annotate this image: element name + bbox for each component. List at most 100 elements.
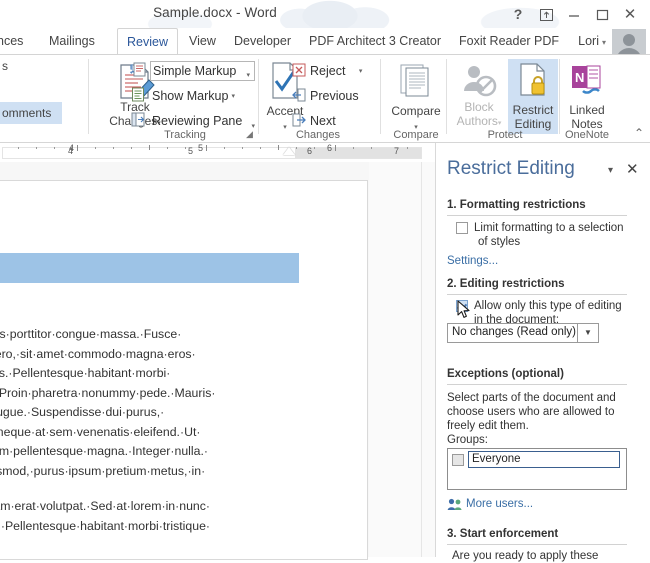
group-everyone-item[interactable]: Everyone bbox=[468, 451, 620, 468]
group-everyone-checkbox[interactable] bbox=[452, 454, 464, 466]
exceptions-heading: Exceptions (optional) bbox=[447, 368, 564, 380]
next-label: Next bbox=[310, 114, 336, 128]
svg-text:N: N bbox=[575, 70, 584, 85]
limit-formatting-label: Limit formatting to a selection of style… bbox=[474, 221, 634, 249]
restrict-editing-label: Restrict Editing bbox=[508, 103, 558, 131]
document-body[interactable]: t.·Maecenas·porttitor·congue·massa.·Fusc… bbox=[0, 325, 298, 552]
close-icon[interactable]: ✕ bbox=[617, 4, 643, 25]
ruler-number-6: 6 bbox=[327, 143, 333, 153]
reject-button[interactable]: Reject ▾ bbox=[310, 61, 362, 81]
previous-change-button[interactable]: Previous bbox=[310, 86, 359, 106]
display-for-review-icon bbox=[130, 62, 146, 77]
exceptions-description: Select parts of the document and choose … bbox=[447, 391, 637, 433]
pane-title: Restrict Editing bbox=[447, 158, 575, 179]
tracking-group-label: Tracking bbox=[164, 129, 206, 141]
doc-line: auris·eget·neque·at·sem·venenatis·eleife… bbox=[0, 424, 201, 439]
doc-line: perdiet·euismod,·purus·ipsum·pretium·met… bbox=[0, 463, 206, 478]
allow-only-line1: Allow only this type of editing bbox=[474, 300, 622, 312]
account-menu[interactable]: Lori ▾ bbox=[578, 28, 606, 54]
document-paragraph-2: ·dui.·Aliquam·erat·volutpat.·Sed·at·lore… bbox=[0, 497, 298, 536]
section-rule bbox=[447, 544, 627, 545]
show-markup-label: Show Markup bbox=[152, 89, 229, 103]
compare-icon bbox=[400, 64, 429, 97]
limit-formatting-checkbox[interactable] bbox=[456, 222, 468, 234]
group-separator bbox=[258, 59, 259, 134]
tracking-dialog-launcher-icon[interactable]: ◢ bbox=[246, 129, 253, 140]
horizontal-ruler[interactable]: 4 5 6 7 bbox=[0, 143, 464, 162]
protect-group-label: Protect bbox=[487, 129, 523, 141]
chevron-down-icon: ▾ bbox=[601, 38, 606, 47]
reject-icon bbox=[292, 63, 306, 77]
tab-mailings[interactable]: Mailings bbox=[40, 28, 104, 54]
document-page[interactable]: UMENT¶ t.·Maecenas·porttitor·congue·mass… bbox=[0, 180, 368, 560]
start-enforcement-heading: 3. Start enforcement bbox=[447, 528, 559, 540]
next-change-button[interactable]: Next bbox=[310, 111, 336, 131]
compare-button[interactable]: Compare ▾ bbox=[388, 59, 444, 134]
chevron-down-icon: ▾ bbox=[231, 92, 235, 100]
pane-close-icon[interactable]: ✕ bbox=[626, 160, 639, 178]
tab-foxit-reader-pdf[interactable]: Foxit Reader PDF bbox=[450, 28, 568, 54]
help-icon[interactable]: ? bbox=[505, 4, 531, 25]
ribbon-display-options-icon[interactable] bbox=[533, 4, 559, 25]
compare-label: Compare bbox=[391, 104, 441, 118]
collapse-ribbon-icon[interactable]: ⌃ bbox=[634, 126, 644, 140]
onenote-icon: N bbox=[572, 65, 601, 94]
groups-label: Groups: bbox=[447, 434, 488, 446]
show-markup-menu[interactable]: Show Markup ▾ bbox=[150, 86, 235, 106]
previous-icon bbox=[292, 88, 306, 102]
show-markup-icon bbox=[132, 87, 144, 102]
groups-list[interactable]: Everyone bbox=[447, 448, 627, 490]
pane-options-chevron-icon[interactable]: ▾ bbox=[608, 165, 613, 176]
display-for-review-value: Simple Markup bbox=[153, 64, 237, 78]
ruler-number-4: 4 bbox=[69, 143, 75, 153]
linked-notes-label: Linked Notes bbox=[562, 103, 612, 131]
reviewing-pane-button[interactable]: Reviewing Pane ▾ bbox=[150, 111, 257, 131]
linked-notes-button[interactable]: N Linked Notes bbox=[562, 59, 612, 134]
pane-split-divider[interactable] bbox=[421, 162, 422, 557]
linked-notes-line1: Linked bbox=[569, 103, 605, 117]
start-enforcement-text: Are you ready to apply these bbox=[452, 550, 599, 562]
doc-line: mus·a·tellus.·Pellentesque·habitant·morb… bbox=[0, 366, 171, 380]
show-comments-button[interactable]: omments bbox=[0, 102, 62, 124]
formatting-restrictions-heading: 1. Formatting restrictions bbox=[447, 199, 586, 211]
tab-view[interactable]: View bbox=[180, 28, 225, 54]
ribbon: s omments Track Changes▾ Simple Markup ▾ bbox=[0, 54, 650, 143]
tab-references[interactable]: nces bbox=[0, 28, 32, 54]
minimize-icon[interactable] bbox=[561, 4, 587, 25]
next-icon bbox=[292, 113, 306, 127]
block-authors-button[interactable]: Block Authors▾ bbox=[452, 59, 506, 134]
group-separator bbox=[446, 59, 447, 134]
reviewing-pane-icon bbox=[131, 112, 145, 127]
display-for-review-dropdown[interactable]: Simple Markup ▾ bbox=[150, 61, 255, 81]
editing-type-dropdown[interactable]: No changes (Read only) ▼ bbox=[447, 323, 599, 343]
more-users-link[interactable]: More users... bbox=[466, 498, 533, 510]
settings-link[interactable]: Settings... bbox=[447, 255, 498, 267]
restrict-editing-button[interactable]: Restrict Editing bbox=[508, 59, 558, 134]
tab-pdf-architect-3-creator[interactable]: PDF Architect 3 Creator bbox=[300, 28, 450, 54]
exceptions-line2: choose users who are allowed to bbox=[447, 406, 615, 418]
mouse-cursor bbox=[457, 300, 470, 318]
restrict-editing-icon bbox=[520, 63, 545, 96]
block-authors-label: Block Authors▾ bbox=[452, 100, 506, 131]
changes-group-label: Changes bbox=[295, 129, 341, 141]
tab-developer[interactable]: Developer bbox=[225, 28, 300, 54]
exceptions-line3: freely edit them. bbox=[447, 420, 529, 432]
maximize-icon[interactable] bbox=[589, 4, 615, 25]
more-users-icon bbox=[447, 498, 462, 510]
section-rule bbox=[447, 294, 627, 295]
limit-formatting-line2: of styles bbox=[478, 236, 521, 248]
left-indent-marker[interactable] bbox=[283, 147, 295, 155]
account-name: Lori bbox=[578, 34, 599, 48]
doc-line: onummy·augue.·Suspendisse·dui·purus,· bbox=[0, 405, 165, 419]
comments-group-partial-label: s bbox=[2, 59, 8, 73]
exceptions-line1: Select parts of the document and bbox=[447, 392, 616, 404]
tab-review[interactable]: Review bbox=[117, 28, 178, 55]
restrict-editing-pane: Restrict Editing ▾ ✕ 1. Formatting restr… bbox=[435, 143, 650, 562]
doc-line: t.·Maecenas·porttitor·congue·massa.·Fusc… bbox=[0, 327, 182, 341]
group-separator bbox=[380, 59, 381, 134]
chevron-down-icon[interactable]: ▼ bbox=[577, 324, 598, 342]
document-paragraph-1: t.·Maecenas·porttitor·congue·massa.·Fusc… bbox=[0, 325, 298, 481]
compare-group-label: Compare bbox=[393, 129, 439, 141]
block-authors-line2: Authors bbox=[456, 114, 498, 128]
block-authors-icon bbox=[464, 66, 497, 97]
